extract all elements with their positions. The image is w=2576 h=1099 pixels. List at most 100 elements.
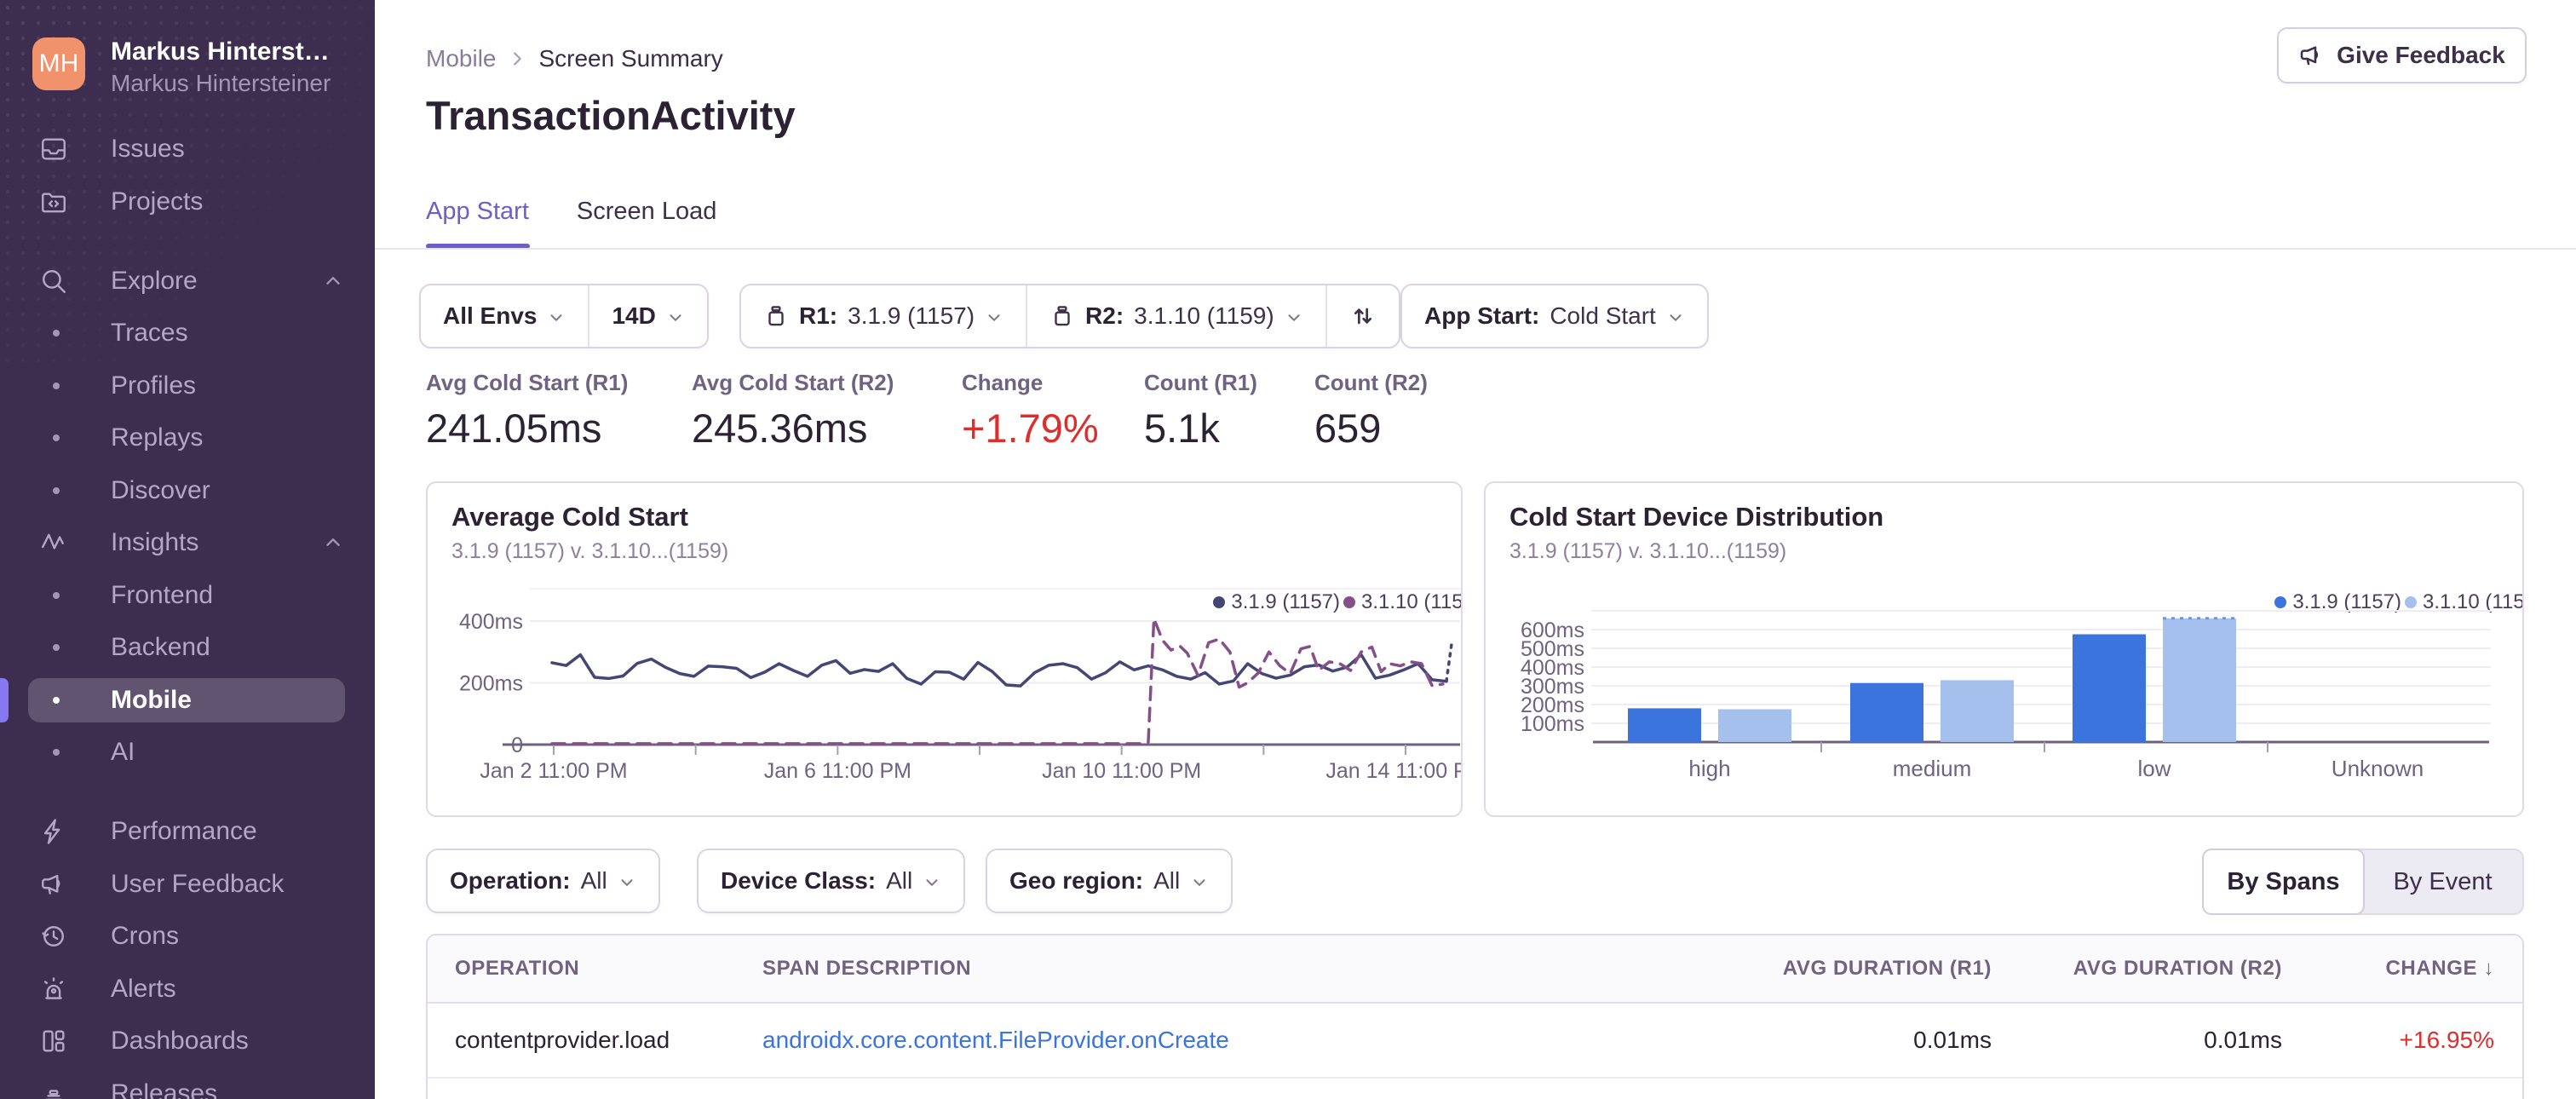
chevron-up-icon xyxy=(322,270,344,292)
operation-filter-button[interactable]: Operation: All xyxy=(428,850,658,912)
stats-row: Avg Cold Start (R1) 241.05ms Avg Cold Star… xyxy=(0,370,2576,463)
sidebar-item-discover[interactable]: Discover xyxy=(0,469,375,513)
sidebar-item-mobile[interactable]: Mobile xyxy=(0,677,375,722)
r2-value: 3.1.10 (1159) xyxy=(1134,302,1274,329)
release-r2-button[interactable]: R2: 3.1.10 (1159) xyxy=(1026,285,1325,347)
alerts-icon xyxy=(39,975,68,1004)
megaphone-icon xyxy=(2298,42,2326,69)
table-row-partial xyxy=(428,1079,2522,1099)
operation-filter-group: Operation: All xyxy=(426,849,660,913)
table-row: contentprovider.load androidx.core.conte… xyxy=(428,1004,2522,1079)
stat-value: 241.05ms xyxy=(426,406,602,451)
sidebar-item-label: Mobile xyxy=(111,685,192,714)
release-icon xyxy=(1049,303,1075,329)
app-start-type-button[interactable]: App Start: Cold Start xyxy=(1402,285,1707,347)
tab-app-start[interactable]: App Start xyxy=(426,198,529,245)
dashboards-icon xyxy=(39,1027,68,1056)
sidebar-item-backend[interactable]: Backend xyxy=(0,625,375,670)
sidebar-item-label: AI xyxy=(111,738,135,766)
stat-label: Count (R1) xyxy=(1144,370,1257,395)
svg-text:high: high xyxy=(1688,756,1730,781)
header-divider xyxy=(375,248,2576,250)
date-range-button[interactable]: 14D xyxy=(588,285,706,347)
sidebar-item-issues[interactable]: Issues xyxy=(0,127,375,171)
sidebar-item-crons[interactable]: Crons xyxy=(0,914,375,958)
bullet-icon xyxy=(53,486,60,494)
swap-releases-button[interactable] xyxy=(1325,285,1399,347)
sidebar-item-projects[interactable]: Projects xyxy=(0,180,375,224)
svg-text:200ms: 200ms xyxy=(459,672,523,696)
projects-icon xyxy=(39,187,68,216)
chevron-down-icon xyxy=(666,308,685,327)
device-class-filter-button[interactable]: Device Class: All xyxy=(699,850,963,912)
date-range-label: 14D xyxy=(612,302,656,329)
sidebar-item-label: Crons xyxy=(111,922,180,950)
app-start-type-value: Cold Start xyxy=(1550,302,1656,329)
chevron-down-icon xyxy=(1190,873,1209,892)
breadcrumb-mobile[interactable]: Mobile xyxy=(426,45,496,72)
sidebar-item-performance[interactable]: Performance xyxy=(0,809,375,854)
tab-screen-load[interactable]: Screen Load xyxy=(577,198,716,245)
search-icon xyxy=(39,267,68,296)
sidebar-item-ai[interactable]: AI xyxy=(0,730,375,774)
stat-label: Avg Cold Start (R1) xyxy=(426,370,629,395)
by-spans-toggle[interactable]: By Spans xyxy=(2202,849,2365,915)
sidebar-item-label: Performance xyxy=(111,817,257,845)
sidebar-item-dashboards[interactable]: Dashboards xyxy=(0,1019,375,1063)
operation-filter-label: Operation: xyxy=(450,867,571,894)
col-change[interactable]: CHANGE ↓ xyxy=(2386,957,2495,981)
col-avg-duration-r1[interactable]: AVG DURATION (R1) xyxy=(1783,957,1992,981)
sidebar-item-insights[interactable]: Insights xyxy=(0,521,375,565)
stat-label: Count (R2) xyxy=(1314,370,1428,395)
user-name[interactable]: Markus Hinterst… xyxy=(111,37,359,66)
issues-icon xyxy=(39,135,68,164)
sidebar-item-label: Releases xyxy=(111,1079,218,1099)
by-event-toggle[interactable]: By Event xyxy=(2363,850,2522,913)
avatar[interactable]: MH xyxy=(32,37,85,90)
bullet-icon xyxy=(53,749,60,756)
r1-value: 3.1.9 (1157) xyxy=(848,302,975,329)
stat-count-r1: Count (R1) 5.1k xyxy=(1144,370,1257,452)
geo-region-filter-group: Geo region: All xyxy=(986,849,1233,913)
geo-region-filter-button[interactable]: Geo region: All xyxy=(987,850,1231,912)
megaphone-icon xyxy=(39,870,68,899)
sidebar-item-label: User Feedback xyxy=(111,869,285,898)
sidebar-item-user-feedback[interactable]: User Feedback xyxy=(0,862,375,906)
chevron-down-icon xyxy=(1285,308,1303,327)
swap-arrows-icon xyxy=(1349,302,1377,330)
stat-avg-cold-start-r2: Avg Cold Start (R2) 245.36ms xyxy=(692,370,894,452)
give-feedback-button[interactable]: Give Feedback xyxy=(2277,27,2527,83)
bullet-icon xyxy=(53,330,60,337)
user-org: Markus Hintersteiner xyxy=(111,70,331,96)
stat-count-r2: Count (R2) 659 xyxy=(1314,370,1428,452)
chevron-down-icon xyxy=(923,873,941,892)
r2-label: R2: xyxy=(1085,302,1124,329)
col-span-description[interactable]: SPAN DESCRIPTION xyxy=(762,957,971,981)
chevron-down-icon xyxy=(985,308,1003,327)
sidebar-item-releases[interactable]: Releases xyxy=(0,1072,375,1099)
stat-value: 5.1k xyxy=(1144,406,1220,451)
col-operation[interactable]: OPERATION xyxy=(455,957,579,981)
sidebar-item-label: Insights xyxy=(111,528,199,556)
col-avg-duration-r2[interactable]: AVG DURATION (R2) xyxy=(2073,957,2282,981)
stat-value: +1.79% xyxy=(962,406,1099,451)
cell-avg-duration-r2: 0.01ms xyxy=(2204,1027,2282,1053)
release-compare-group: R1: 3.1.9 (1157) R2: 3.1.10 (1159) xyxy=(739,284,1400,348)
r1-label: R1: xyxy=(799,302,838,329)
page-title: TransactionActivity xyxy=(426,93,796,138)
device-distribution-panel: Cold Start Device Distribution 3.1.9 (11… xyxy=(1484,481,2524,817)
sidebar-item-alerts[interactable]: Alerts xyxy=(0,967,375,1011)
sidebar-item-explore[interactable]: Explore xyxy=(0,259,375,303)
cell-span-description-link[interactable]: androidx.core.content.FileProvider.onCre… xyxy=(762,1027,1229,1054)
sidebar-item-label: Traces xyxy=(111,319,188,347)
release-r1-button[interactable]: R1: 3.1.9 (1157) xyxy=(741,285,1026,347)
breadcrumb: Mobile Screen Summary xyxy=(426,44,723,73)
sidebar-item-frontend[interactable]: Frontend xyxy=(0,573,375,618)
env-filter-button[interactable]: All Envs xyxy=(421,285,588,347)
chevron-down-icon xyxy=(547,308,566,327)
sidebar-item-traces[interactable]: Traces xyxy=(0,311,375,355)
sidebar: MH Markus Hinterst… Markus Hintersteiner… xyxy=(0,0,375,1099)
operation-filter-value: All xyxy=(580,867,607,894)
give-feedback-label: Give Feedback xyxy=(2337,42,2505,68)
svg-text:Jan 6 11:00 PM: Jan 6 11:00 PM xyxy=(764,759,911,783)
